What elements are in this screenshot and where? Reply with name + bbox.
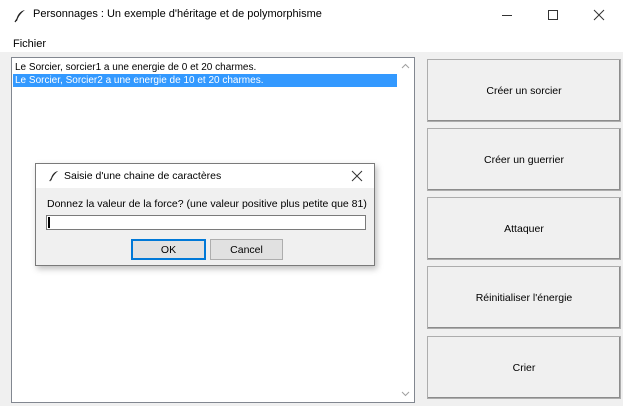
list-item[interactable]: Le Sorcier, sorcier1 a une energie de 0 …	[13, 61, 400, 74]
cancel-button[interactable]: Cancel	[210, 239, 283, 260]
menu-bar	[0, 30, 623, 52]
dialog-title-bar: Saisie d'une chaine de caractères	[36, 164, 374, 188]
close-button[interactable]	[577, 0, 623, 30]
window-title: Personnages : Un exemple d'héritage et d…	[33, 8, 322, 20]
input-dialog: Saisie d'une chaine de caractères Donnez…	[35, 163, 375, 266]
create-sorcerer-button[interactable]: Créer un sorcier	[427, 59, 621, 122]
minimize-icon	[502, 15, 512, 16]
dialog-prompt: Donnez la valeur de la force? (une valeu…	[47, 198, 367, 210]
list-item-selected[interactable]: Le Sorcier, Sorcier2 a une energie de 10…	[13, 74, 400, 87]
feather-icon	[14, 10, 25, 23]
reset-energy-button[interactable]: Réinitialiser l'énergie	[427, 266, 621, 329]
vertical-scrollbar[interactable]	[397, 58, 414, 402]
feather-icon	[49, 170, 59, 182]
force-input[interactable]	[46, 215, 366, 230]
close-icon	[593, 9, 605, 21]
create-warrior-button[interactable]: Créer un guerrier	[427, 128, 621, 191]
title-bar: Personnages : Un exemple d'héritage et d…	[0, 0, 623, 30]
menu-fichier[interactable]: Fichier	[13, 38, 46, 50]
scroll-down-icon[interactable]	[397, 385, 414, 402]
text-caret	[48, 217, 50, 228]
ok-button[interactable]: OK	[131, 239, 206, 260]
maximize-icon	[548, 10, 558, 20]
minimize-button[interactable]	[485, 0, 531, 30]
maximize-button[interactable]	[531, 0, 577, 30]
attack-button[interactable]: Attaquer	[427, 197, 621, 260]
close-icon[interactable]	[348, 168, 366, 184]
shout-button[interactable]: Crier	[427, 336, 621, 399]
scroll-up-icon[interactable]	[397, 58, 414, 75]
dialog-title: Saisie d'une chaine de caractères	[64, 170, 222, 182]
